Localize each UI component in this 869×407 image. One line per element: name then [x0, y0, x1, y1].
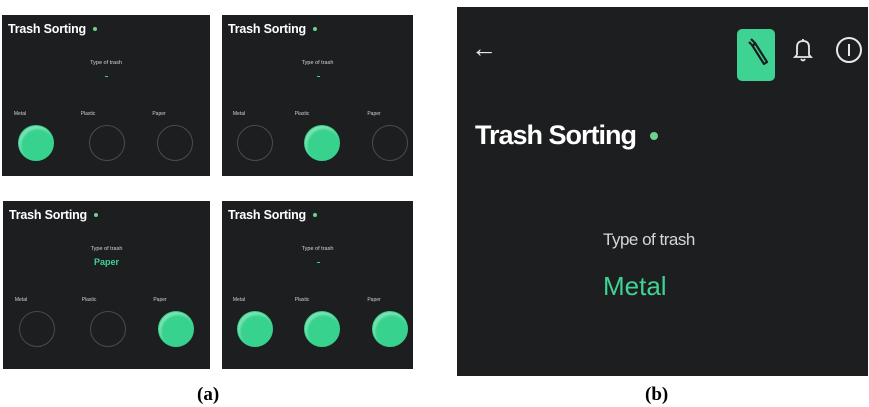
option-button-paper[interactable]: [372, 311, 408, 347]
panel-title: Trash Sorting: [8, 22, 97, 36]
option-button-plastic[interactable]: [89, 125, 125, 161]
option-button-paper[interactable]: [372, 125, 408, 161]
option-button-metal[interactable]: [18, 125, 54, 161]
type-of-trash-value: Metal: [603, 271, 667, 301]
type-of-trash-value: Paper: [93, 257, 119, 267]
option-button-paper[interactable]: [157, 125, 193, 161]
type-of-trash-value-placeholder: [105, 76, 108, 77]
trash-sorting-panel: Trash Sorting Type of trash Metal Plastic Pa…: [2, 15, 210, 176]
trash-sorting-screen-large: ← Trash Sorting Type of trash Metal: [457, 7, 868, 376]
trash-sorting-panel: Trash Sorting Type of trash Metal Plastic Pa…: [222, 201, 413, 369]
panel-title-text: Trash Sorting: [9, 208, 87, 222]
panel-title: Trash Sorting: [9, 208, 98, 222]
type-of-trash-value-placeholder: [316, 262, 320, 263]
type-of-trash-label: Type of trash: [90, 246, 123, 252]
option-label-metal: Metal: [13, 111, 27, 117]
caption-a: (a): [197, 384, 220, 405]
option-button-metal[interactable]: [237, 311, 273, 347]
status-dot: [93, 213, 98, 217]
wrench-button[interactable]: [737, 29, 775, 81]
option-label-paper: Paper: [152, 111, 166, 117]
panel-title-text: Trash Sorting: [8, 22, 86, 36]
option-label-paper: Paper: [153, 297, 167, 303]
page-title: Trash Sorting: [475, 120, 659, 151]
option-button-plastic[interactable]: [90, 311, 126, 347]
option-label-paper: Paper: [367, 111, 381, 117]
arrow-left-icon[interactable]: ←: [471, 35, 497, 61]
option-label-metal: Metal: [232, 297, 246, 303]
option-label-plastic: Plastic: [294, 297, 310, 303]
type-of-trash-value-placeholder: [316, 76, 320, 77]
trash-sorting-panel: Trash Sorting Type of trash Paper Metal Plas…: [3, 201, 210, 369]
option-button-plastic[interactable]: [304, 125, 340, 161]
bell-icon[interactable]: [792, 37, 814, 68]
status-dot: [312, 213, 317, 217]
caption-b: (b): [645, 384, 669, 405]
panel-title-text: Trash Sorting: [228, 22, 306, 36]
type-of-trash-label: Type of trash: [301, 246, 334, 252]
option-label-metal: Metal: [14, 297, 28, 303]
panel-title: Trash Sorting: [228, 22, 317, 36]
wrench-icon: [748, 38, 769, 66]
status-dot: [312, 27, 317, 31]
panel-title: Trash Sorting: [228, 208, 317, 222]
status-dot: [650, 131, 659, 140]
option-button-metal[interactable]: [237, 125, 273, 161]
info-icon[interactable]: [836, 37, 862, 63]
option-label-plastic: Plastic: [81, 297, 97, 303]
option-label-plastic: Plastic: [294, 111, 310, 117]
type-of-trash-label: Type of trash: [90, 60, 122, 66]
page-title-text: Trash Sorting: [475, 120, 637, 150]
option-label-plastic: Plastic: [80, 111, 96, 117]
option-label-metal: Metal: [232, 111, 246, 117]
option-label-paper: Paper: [367, 297, 381, 303]
panel-title-text: Trash Sorting: [228, 208, 306, 222]
option-button-metal[interactable]: [19, 311, 55, 347]
option-button-paper[interactable]: [158, 311, 194, 347]
option-button-plastic[interactable]: [304, 311, 340, 347]
type-of-trash-label: Type of trash: [603, 230, 695, 249]
status-dot: [92, 27, 97, 31]
type-of-trash-label: Type of trash: [301, 60, 334, 66]
trash-sorting-panel: Trash Sorting Type of trash Metal Plastic Pa…: [222, 15, 413, 176]
